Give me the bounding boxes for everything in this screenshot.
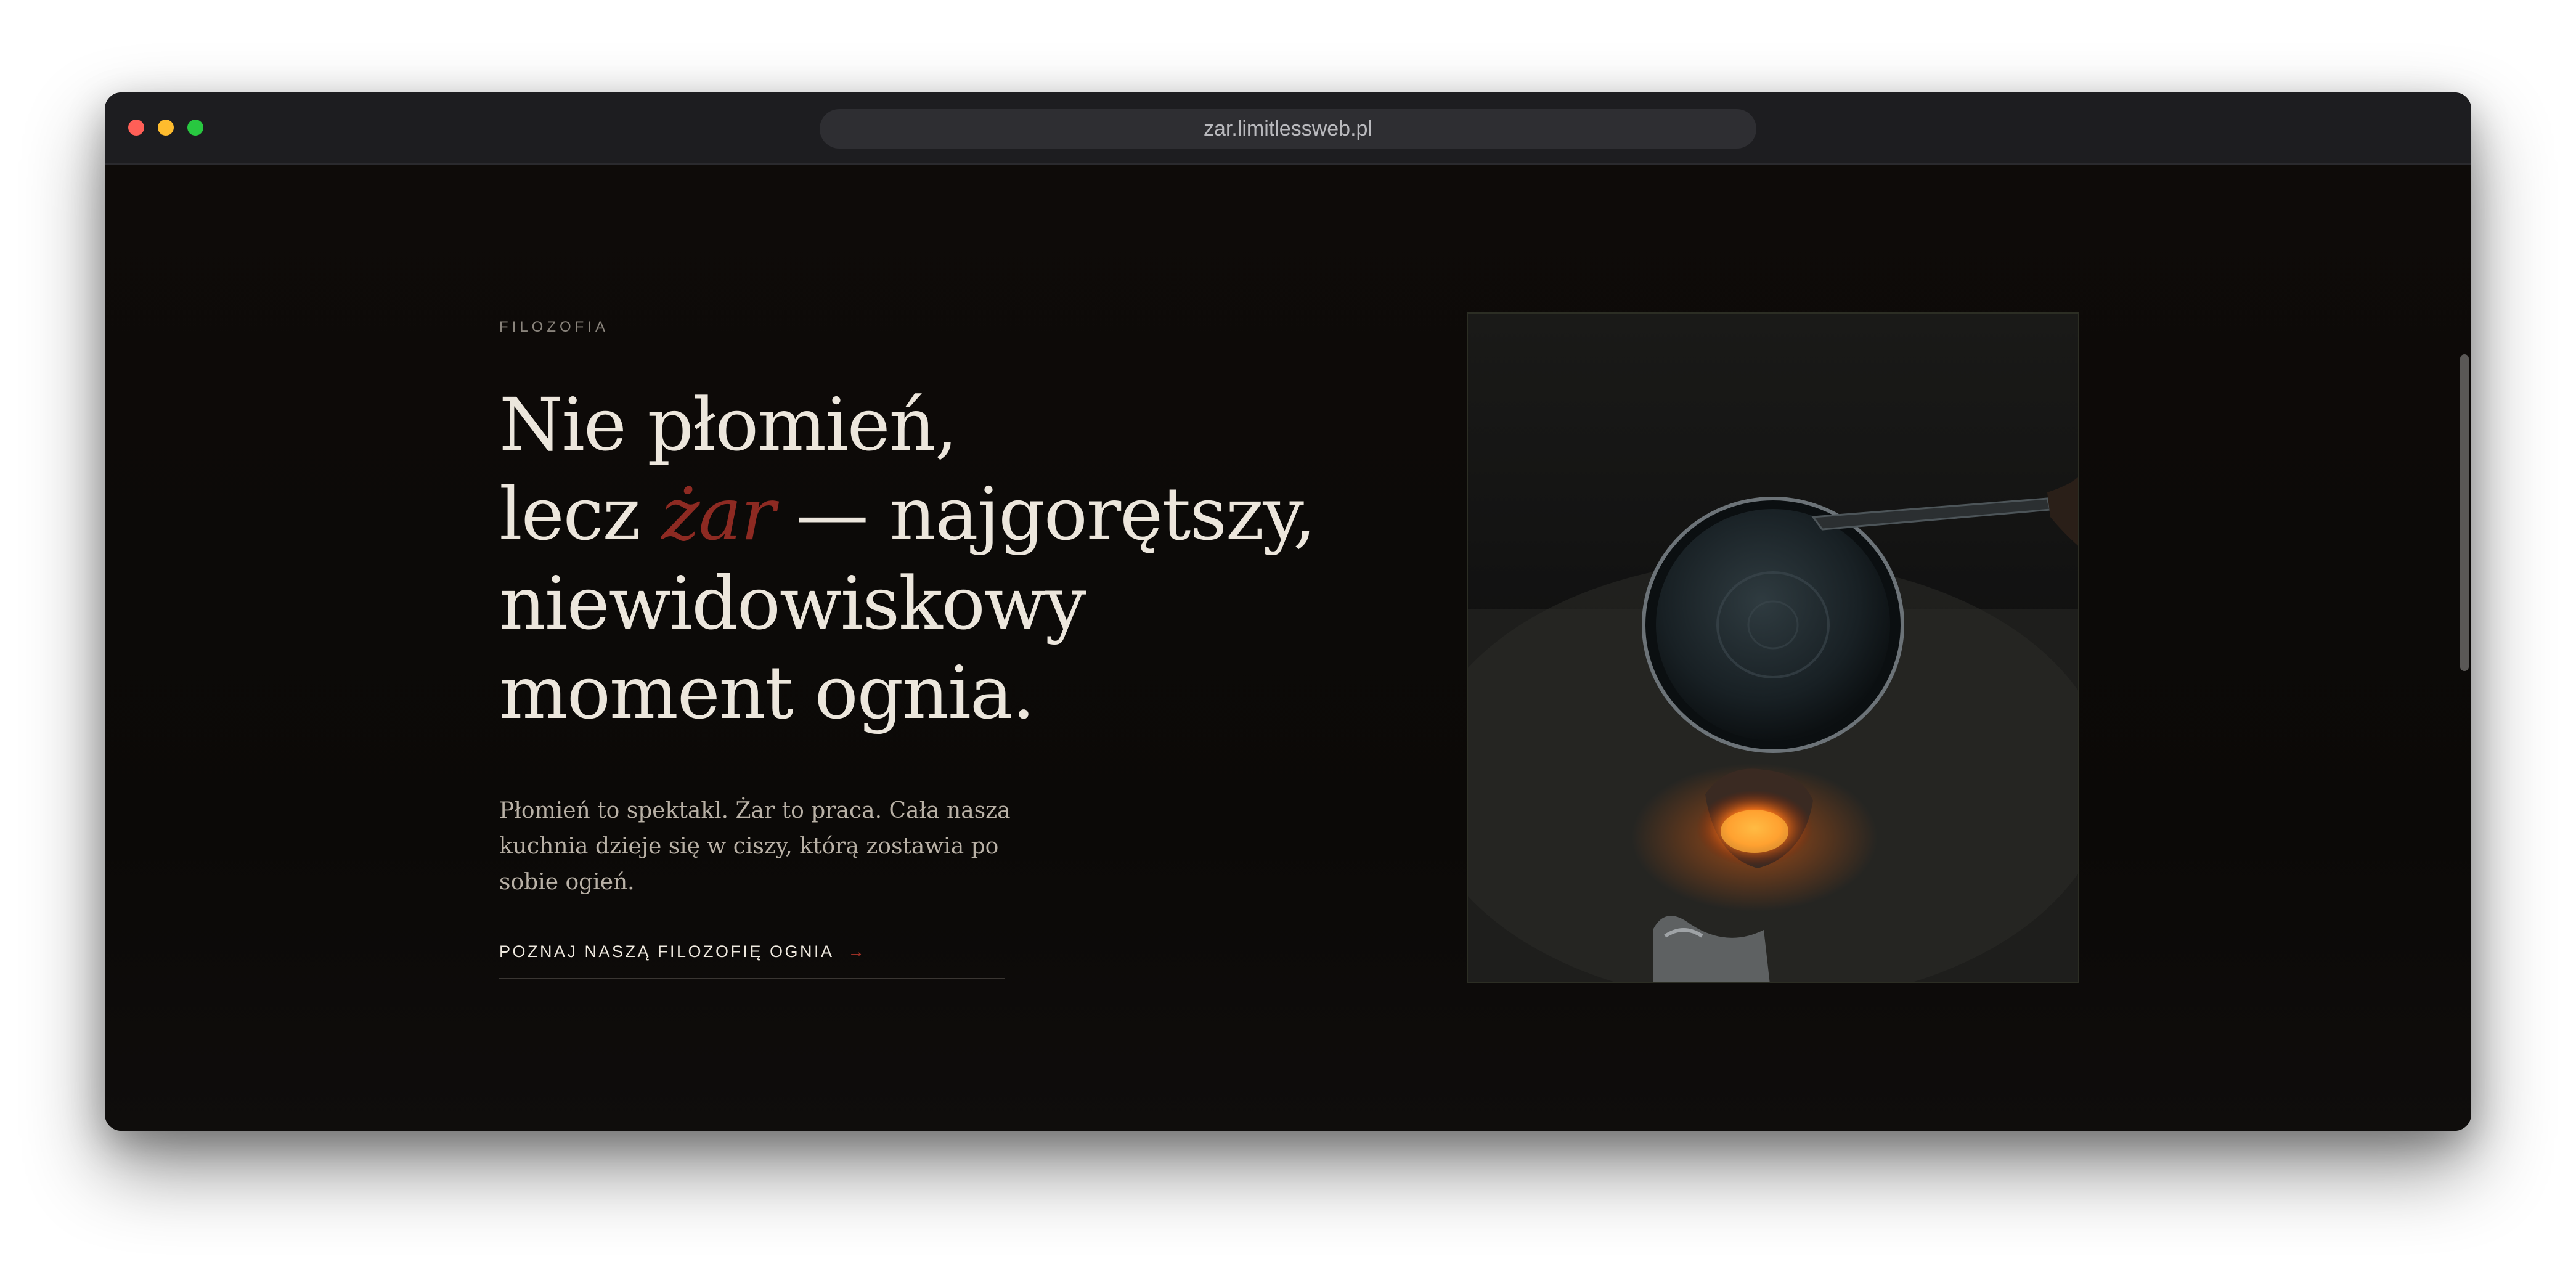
cta-label: POZNAJ NASZĄ FILOZOFIĘ OGNIA [499, 942, 834, 961]
maximize-window-button[interactable] [187, 120, 203, 136]
hero-body-text: Płomień to spektakl. Żar to praca. Cała … [499, 798, 1011, 895]
address-bar[interactable]: zar.limitlessweb.pl [820, 109, 1756, 149]
page-viewport: FILOZOFIA Nie płomień, lecz żar — najgor… [105, 165, 2471, 1131]
headline-line-3: niewidowiskowy [499, 561, 1086, 646]
browser-window: zar.limitlessweb.pl FILOZOFIA Nie płomie… [105, 92, 2471, 1131]
page-scrollbar[interactable] [2460, 354, 2469, 671]
browser-titlebar: zar.limitlessweb.pl [105, 92, 2471, 165]
philosophy-cta-link[interactable]: POZNAJ NASZĄ FILOZOFIĘ OGNIA → [499, 942, 1005, 979]
arrow-right-icon: → [847, 942, 865, 961]
minimize-window-button[interactable] [158, 120, 174, 136]
headline-line-1: Nie płomień, [499, 382, 958, 467]
close-window-button[interactable] [128, 120, 144, 136]
headline-line-4: moment ognia. [499, 650, 1035, 735]
headline-accent-word: żar [661, 471, 775, 556]
hearth-photo-illustration [1468, 314, 2078, 982]
section-eyebrow: FILOZOFIA [499, 319, 609, 335]
hero-headline: Nie płomień, lecz żar — najgorętszy, nie… [499, 380, 1362, 738]
headline-line-2-start: lecz [499, 471, 662, 556]
headline-line-2-end: — najgorętszy, [774, 471, 1316, 556]
hearth-photo [1467, 312, 2079, 983]
